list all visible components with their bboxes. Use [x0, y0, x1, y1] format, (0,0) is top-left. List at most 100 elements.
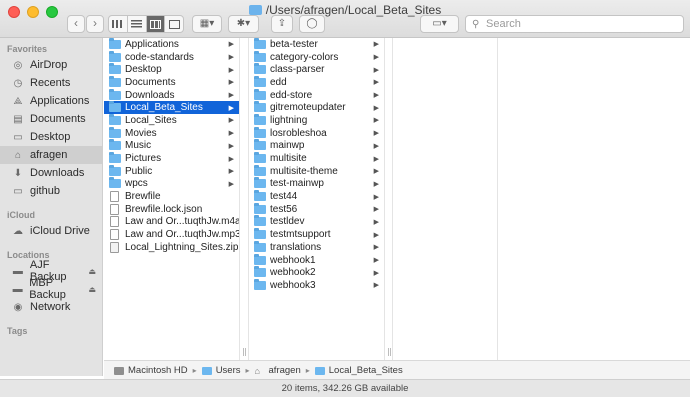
chevron-right-icon: ▸: [245, 366, 250, 375]
sidebar-item-github[interactable]: ▭ github: [0, 182, 102, 200]
path-item-users[interactable]: Users: [201, 365, 241, 376]
search-field[interactable]: ⚲: [465, 15, 684, 33]
list-item[interactable]: testmtsupport ▶: [249, 228, 384, 241]
folder-icon: [109, 38, 121, 49]
list-item[interactable]: Local_Sites ▶: [104, 113, 239, 127]
sidebar-item-applications[interactable]: ⟁ Applications: [0, 92, 102, 110]
chevron-right-icon: ▸: [192, 366, 197, 375]
list-item[interactable]: Desktop ▶: [104, 63, 239, 76]
tag-button[interactable]: ◯: [299, 15, 325, 33]
path-icon: ▭▾: [432, 18, 447, 29]
list-item-label: translations: [270, 241, 322, 253]
list-item[interactable]: losrobleshoa ▶: [249, 126, 384, 140]
list-item[interactable]: edd-store ▶: [249, 88, 384, 102]
list-item-label: testldev: [270, 216, 305, 228]
path-item-local-beta-sites[interactable]: Local_Beta_Sites: [314, 365, 403, 376]
list-item[interactable]: Brewfile.lock.json: [104, 203, 239, 216]
eject-icon[interactable]: ⏏: [88, 285, 96, 294]
list-item[interactable]: Applications ▶: [104, 38, 239, 51]
list-item[interactable]: translations ▶: [249, 240, 384, 254]
zip-file-icon: [110, 241, 119, 253]
list-item[interactable]: multisite-theme ▶: [249, 164, 384, 178]
disclosure-arrow-icon: ▶: [228, 92, 234, 100]
list-item[interactable]: gitremoteupdater ▶: [249, 101, 384, 114]
sidebar-header-icloud: iCloud: [7, 210, 35, 220]
list-item[interactable]: test44 ▶: [249, 190, 384, 203]
list-item[interactable]: Music ▶: [104, 139, 239, 153]
list-item[interactable]: class-parser ▶: [249, 63, 384, 76]
browser-column-1[interactable]: Applications ▶ code-standards ▶ Desktop ▶ Docu…: [104, 38, 240, 360]
list-item[interactable]: wpcs ▶: [104, 177, 239, 191]
list-item[interactable]: test-mainwp ▶: [249, 177, 384, 191]
path-item-label: Users: [215, 365, 241, 376]
list-item[interactable]: testldev ▶: [249, 215, 384, 229]
list-item[interactable]: webhook2 ▶: [249, 266, 384, 279]
list-item[interactable]: Pictures ▶: [104, 152, 239, 165]
list-item[interactable]: beta-tester ▶: [249, 38, 384, 51]
eject-icon[interactable]: ⏏: [88, 267, 96, 276]
action-button[interactable]: ✱▾: [228, 15, 259, 33]
list-item[interactable]: Public ▶: [104, 164, 239, 178]
hard-drive-icon: [114, 366, 124, 375]
list-item[interactable]: Documents ▶: [104, 75, 239, 89]
list-view-button[interactable]: [128, 16, 147, 32]
sidebar-item-afragen[interactable]: ⌂ afragen: [0, 146, 102, 164]
path-button[interactable]: ▭▾: [420, 15, 459, 33]
forward-button[interactable]: ›: [86, 15, 104, 33]
sidebar-item-airdrop[interactable]: ◎ AirDrop: [0, 56, 102, 74]
list-item[interactable]: lightning ▶: [249, 113, 384, 127]
list-item[interactable]: mainwp ▶: [249, 139, 384, 153]
sidebar-item-downloads[interactable]: ⬇ Downloads: [0, 164, 102, 182]
disclosure-arrow-icon: ▶: [373, 244, 379, 252]
folder-icon: [254, 266, 266, 278]
list-item[interactable]: multisite ▶: [249, 152, 384, 165]
browser-column-4[interactable]: [498, 38, 690, 360]
disclosure-arrow-icon: ▶: [373, 54, 379, 62]
sidebar-item-label: iCloud Drive: [30, 225, 90, 237]
list-item[interactable]: Local_Beta_Sites ▶: [104, 101, 239, 115]
path-bar: Macintosh HD ▸ Users ▸ ⌂ afragen ▸ Local_…: [104, 360, 690, 380]
sidebar-item-icloud-drive[interactable]: ☁ iCloud Drive: [0, 222, 102, 240]
folder-icon: [254, 164, 266, 176]
list-item[interactable]: Brewfile: [104, 190, 239, 203]
sidebar-item-documents[interactable]: ▤ Documents: [0, 110, 102, 128]
list-item-label: gitremoteupdater: [270, 102, 346, 114]
icon-view-button[interactable]: [109, 16, 128, 32]
disclosure-arrow-icon: ▶: [228, 180, 234, 188]
search-input[interactable]: [486, 17, 676, 31]
list-item[interactable]: Movies ▶: [104, 126, 239, 140]
list-item[interactable]: Local_Lightning_Sites.zip: [104, 241, 239, 254]
sidebar-item-desktop[interactable]: ▭ Desktop: [0, 128, 102, 146]
share-button[interactable]: ⇪: [271, 15, 293, 33]
list-item[interactable]: Law and Or...tuqthJw.mp3: [104, 228, 239, 241]
group-button[interactable]: ▦▾: [192, 15, 222, 33]
list-item[interactable]: category-colors ▶: [249, 50, 384, 64]
column-resize-handle[interactable]: [240, 38, 249, 360]
path-item-macintosh-hd[interactable]: Macintosh HD: [114, 365, 188, 376]
list-item[interactable]: webhook1 ▶: [249, 253, 384, 267]
status-bar: 20 items, 342.26 GB available: [0, 379, 690, 397]
sidebar-item-mbp-backup[interactable]: ▬ MBP Backup ⏏: [0, 277, 102, 301]
list-item[interactable]: webhook3 ▶: [249, 278, 384, 292]
list-item[interactable]: Downloads ▶: [104, 88, 239, 102]
list-item[interactable]: test56 ▶: [249, 202, 384, 216]
folder-icon: [109, 50, 121, 62]
gallery-view-button[interactable]: [165, 16, 183, 32]
share-icon: ⇪: [277, 18, 287, 29]
path-item-afragen[interactable]: ⌂ afragen: [255, 365, 301, 376]
list-item[interactable]: Law and Or...tuqthJw.m4a: [104, 216, 239, 229]
back-button[interactable]: ‹: [67, 15, 85, 33]
browser-column-2[interactable]: beta-tester ▶ category-colors ▶ class-parser…: [249, 38, 385, 360]
disclosure-arrow-icon: ▶: [373, 130, 379, 138]
folder-icon: [254, 139, 266, 151]
sidebar-item-recents[interactable]: ◷ Recents: [0, 74, 102, 92]
browser-column-3[interactable]: [393, 38, 498, 360]
list-item-label: Law and Or...tuqthJw.mp3: [125, 229, 240, 241]
disclosure-arrow-icon: ▶: [373, 180, 379, 188]
column-view-button[interactable]: [146, 16, 166, 32]
disclosure-arrow-icon: ▶: [228, 117, 234, 125]
list-item[interactable]: code-standards ▶: [104, 50, 239, 64]
list-item-label: Applications: [125, 38, 179, 50]
column-resize-handle[interactable]: [385, 38, 393, 360]
list-item[interactable]: edd ▶: [249, 75, 384, 89]
